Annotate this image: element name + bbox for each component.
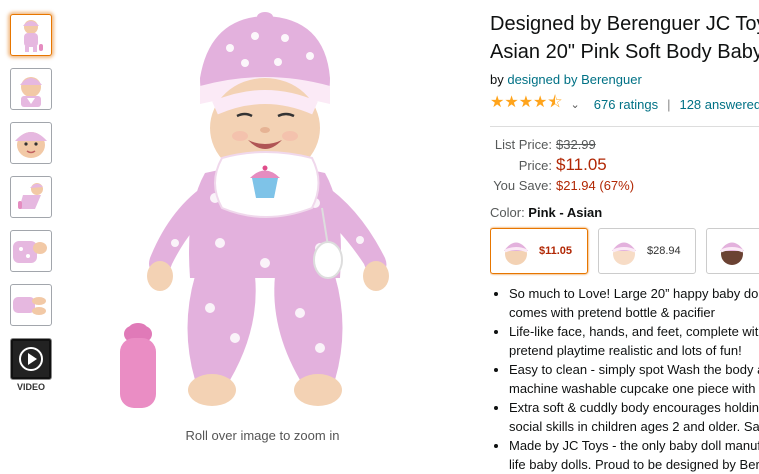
savings-row: You Save: $21.94 (67%) [490, 178, 759, 193]
bullet-item: Extra soft & cuddly body encourages hold… [509, 398, 759, 436]
doll-front-icon [13, 17, 49, 53]
thumbnail-doll-front[interactable] [10, 14, 52, 56]
price-row: Price: $11.05 [490, 155, 759, 175]
main-product-image[interactable] [100, 8, 430, 423]
list-price-label: List Price: [494, 137, 552, 152]
divider [490, 126, 759, 127]
brand-link[interactable]: designed by Berenguer [507, 72, 641, 87]
star-rating-icon[interactable]: ★★★★⯪ [490, 91, 563, 118]
doll-asian-swatch-icon [504, 242, 528, 265]
play-video-icon [13, 341, 49, 377]
ratings-count-link[interactable]: 676 ratings [594, 97, 658, 112]
thumbnail-doll-close[interactable] [10, 68, 52, 110]
toy-bottle [120, 323, 156, 408]
doll-face-close-icon [13, 125, 49, 161]
swatch-price: $11.05 [539, 245, 573, 257]
swatch-pink-african-american[interactable] [706, 228, 759, 274]
color-swatches: $11.05 $28.94 [490, 228, 759, 274]
answered-questions-link[interactable]: 128 answered questions [679, 97, 759, 112]
price-label: Price: [518, 158, 552, 173]
zoom-hint: Roll over image to zoom in [185, 428, 340, 443]
thumbnail-doll-face[interactable] [10, 122, 52, 164]
color-label: Color: [490, 205, 529, 220]
swatch-price: $28.94 [647, 245, 681, 257]
video-label: VIDEO [16, 382, 45, 392]
by-prefix: by [490, 72, 508, 87]
doll-hand-icon [13, 233, 49, 269]
thumbnail-video[interactable] [10, 338, 52, 380]
savings-value: $21.94 (67%) [556, 178, 635, 193]
color-selector-label: Color: Pink - Asian [490, 205, 759, 220]
color-value: Pink - Asian [528, 205, 603, 220]
doll-caucasian-swatch-icon [612, 242, 636, 265]
separator: | [667, 97, 671, 112]
price-value: $11.05 [556, 155, 607, 174]
list-price-row: List Price: $32.99 [490, 137, 759, 152]
thumbnail-doll-feet[interactable] [10, 284, 52, 326]
bullet-item: Life-like face, hands, and feet, complet… [509, 322, 759, 360]
title-line-2: Asian 20" Pink Soft Body Baby [490, 41, 759, 63]
ratings-row: ★★★★⯪ ⌄ 676 ratings | 128 answered quest… [490, 91, 759, 118]
title-line-1: Designed by Berenguer JC Toys [490, 13, 759, 35]
product-title: Designed by Berenguer JC Toys Asian 20" … [490, 10, 759, 66]
thumbnail-doll-lying[interactable] [10, 176, 52, 218]
bullet-item: So much to Love! Large 20” happy baby do… [509, 284, 759, 322]
bullet-item: Easy to clean - simply spot Wash the bod… [509, 360, 759, 398]
list-price-value: $32.99 [556, 137, 596, 152]
thumbnail-doll-hand[interactable] [10, 230, 52, 272]
byline: by designed by Berenguer [490, 72, 759, 87]
savings-label: You Save: [493, 178, 552, 193]
bullet-item: Made by JC Toys - the only baby doll man… [509, 436, 759, 474]
price-table: List Price: $32.99 Price: $11.05 You Sav… [490, 137, 759, 193]
swatch-pink-caucasian[interactable]: $28.94 [598, 228, 696, 274]
doll-feet-icon [13, 287, 49, 323]
chevron-down-icon[interactable]: ⌄ [571, 98, 580, 111]
product-info: Designed by Berenguer JC Toys Asian 20" … [490, 10, 759, 474]
feature-bullets: So much to Love! Large 20” happy baby do… [490, 284, 759, 474]
swatch-pink-asian[interactable]: $11.05 [490, 228, 588, 274]
doll-african-american-swatch-icon [720, 242, 744, 265]
doll-lying-icon [13, 179, 49, 215]
doll-pacifier [313, 241, 343, 279]
doll-face-icon [13, 71, 49, 107]
thumbnail-strip: VIDEO [10, 14, 54, 392]
